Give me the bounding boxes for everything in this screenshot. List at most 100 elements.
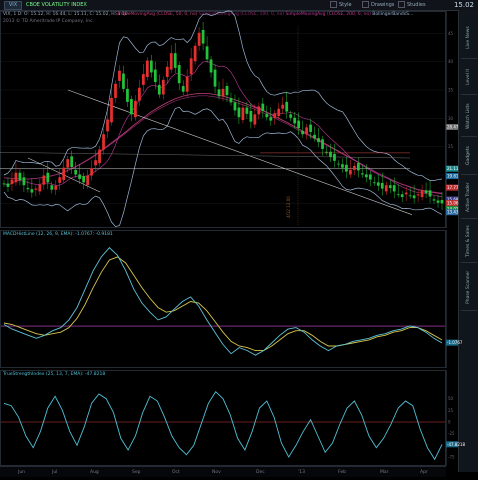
price-tick-label: 45 — [448, 31, 454, 36]
price-tick-label: 30 — [448, 116, 454, 121]
candle-body — [253, 114, 257, 125]
candle-body — [141, 74, 145, 85]
candle-body — [396, 194, 400, 196]
candle-body — [364, 174, 368, 178]
candle-body — [86, 175, 89, 186]
candle-body — [18, 172, 22, 181]
candle-body — [313, 134, 316, 139]
candle-body — [309, 124, 312, 132]
candle-body — [273, 113, 277, 118]
candle-body — [341, 164, 344, 168]
candle-body — [74, 169, 78, 175]
price-level-tag: 21.11 — [446, 165, 459, 172]
candle-body — [42, 175, 46, 185]
candle-body — [114, 83, 117, 98]
candle-body — [62, 167, 66, 181]
candle-body — [14, 172, 18, 183]
price-level-tag-text: 15.06 — [447, 200, 459, 205]
time-axis-label: Oct — [172, 469, 180, 475]
candle-body — [281, 104, 285, 109]
price-tick-label: 40 — [448, 59, 454, 64]
candle-body — [30, 189, 34, 193]
candle-body — [34, 188, 38, 190]
candle-body — [305, 127, 308, 135]
tsi-line — [3, 390, 443, 461]
candle-body — [353, 165, 356, 170]
event-annotation: 4/12 12:00 — [286, 196, 291, 218]
price-level-tag-text: 13.43 — [447, 210, 459, 215]
price-level-tag-text: 17.77 — [447, 185, 459, 190]
candle-body — [293, 117, 297, 124]
candle-body — [177, 65, 181, 84]
candle-body — [98, 149, 101, 164]
chart-canvas: 454035302520154/12 12:0028.4721.1119.811… — [0, 10, 465, 475]
macd-signal-line — [3, 256, 443, 352]
candle-body — [325, 151, 328, 153]
time-axis-label: Jul — [51, 469, 57, 475]
tsi-tag-text: -47.8218 — [447, 442, 465, 447]
candle-body — [22, 177, 26, 186]
candle-body — [110, 97, 113, 123]
price-tick-label: 25 — [448, 144, 454, 149]
candle-body — [169, 53, 173, 70]
time-axis-label: Feb — [338, 469, 346, 475]
candle-body — [6, 183, 10, 187]
candle-body — [416, 194, 420, 196]
candle-body — [157, 84, 161, 95]
price-level-tag: 28.47 — [446, 124, 459, 131]
candle-body — [237, 107, 241, 118]
bollinger-lower-band — [3, 106, 443, 227]
candle-body — [82, 176, 86, 183]
candle-body — [376, 182, 380, 186]
candle-body — [440, 199, 444, 204]
price-level-tag: 13.43 — [446, 209, 459, 216]
candle-body — [149, 60, 153, 73]
candle-body — [209, 59, 213, 73]
candle-body — [349, 169, 352, 175]
candle-body — [201, 29, 205, 44]
tsi-tick-label: -75 — [448, 455, 455, 460]
candle-body — [138, 87, 141, 101]
candle-body — [10, 179, 14, 185]
candle-body — [289, 114, 293, 118]
time-axis-label: Dec — [256, 469, 265, 475]
candle-body — [189, 58, 193, 75]
price-tick-label: 35 — [448, 88, 454, 93]
candle-body — [90, 168, 93, 176]
candle-body — [225, 86, 229, 96]
candle-body — [269, 117, 273, 121]
price-level-tag-text: 28.47 — [447, 125, 459, 130]
candle-body — [384, 185, 388, 192]
candle-body — [321, 139, 324, 149]
candle-body — [118, 70, 121, 81]
candle-body — [46, 172, 50, 183]
candle-body — [245, 107, 249, 114]
candle-body — [217, 89, 221, 97]
candle-body — [333, 154, 336, 161]
candle-body — [400, 194, 404, 198]
candle-body — [229, 97, 233, 103]
candle-body — [165, 66, 169, 77]
candle-body — [181, 86, 185, 92]
candle-body — [261, 103, 265, 111]
candle-body — [50, 185, 54, 190]
candle-body — [126, 88, 129, 102]
candle-body — [233, 102, 237, 111]
candle-body — [357, 163, 360, 171]
candle-body — [412, 195, 416, 199]
candle-body — [106, 119, 109, 132]
time-axis-label: '13 — [298, 469, 305, 475]
price-level-tag: 17.77 — [446, 184, 459, 191]
candle-body — [380, 182, 384, 189]
candle-body — [257, 106, 261, 115]
price-level-tag-text: 19.81 — [447, 174, 459, 179]
candle-body — [285, 101, 289, 112]
macd-line — [3, 247, 443, 356]
candle-body — [130, 99, 133, 115]
candle-body — [297, 120, 301, 128]
price-level-tag: 15.06 — [446, 199, 459, 206]
candle-body — [2, 183, 6, 185]
candle-body — [185, 76, 189, 92]
candle-body — [213, 69, 217, 87]
candle-body — [249, 110, 253, 122]
